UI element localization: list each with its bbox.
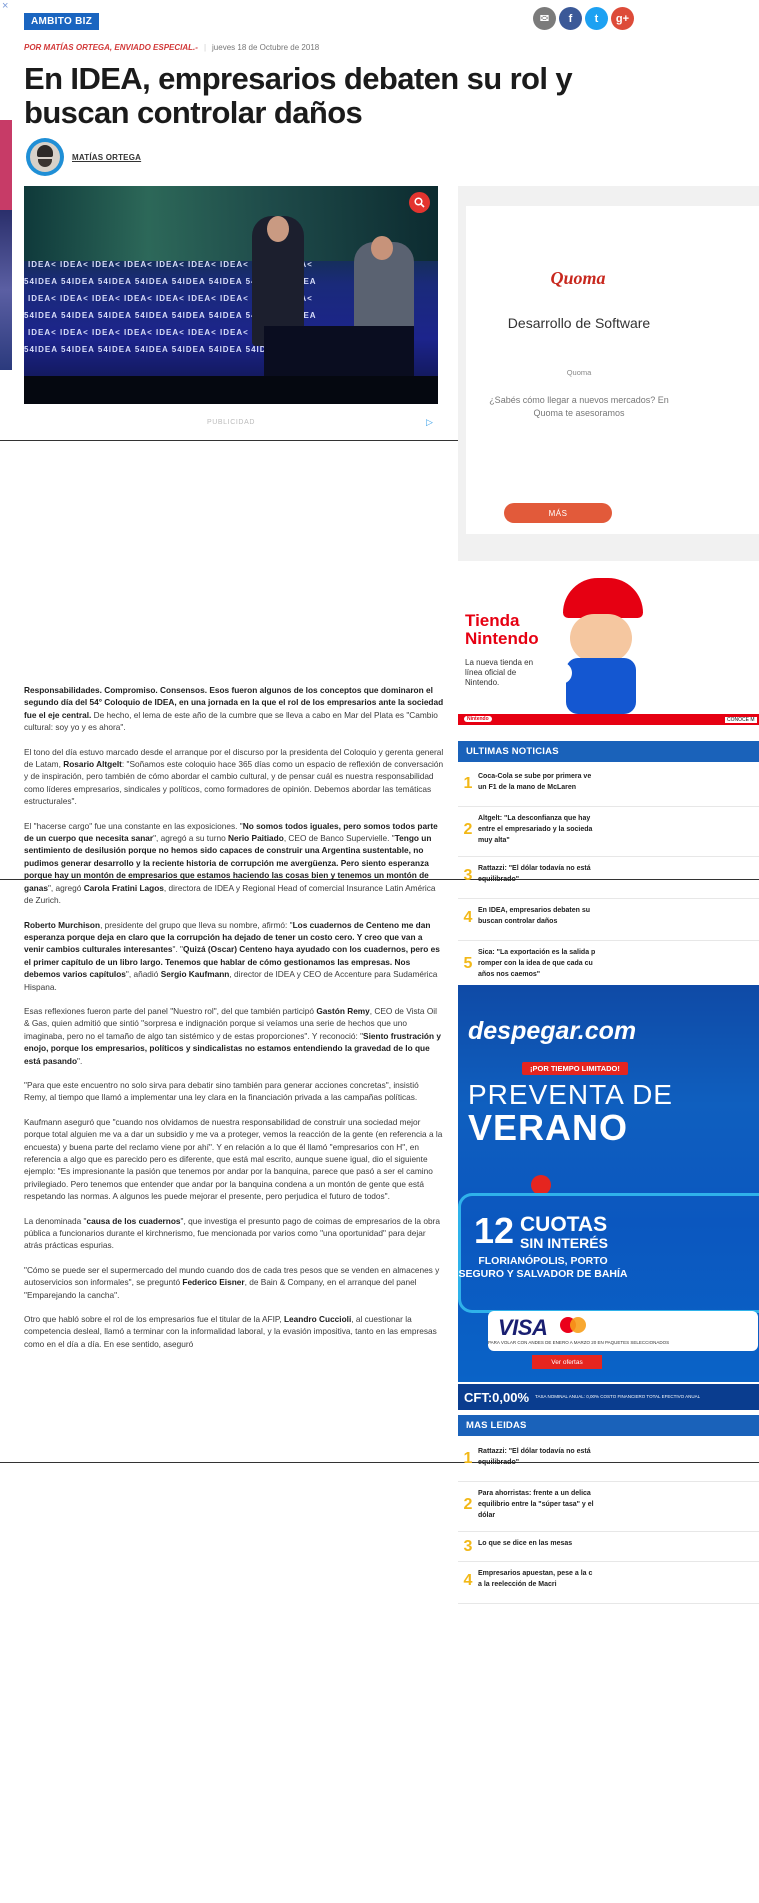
article-paragraph: "Cómo se puede ser el supermercado del m…	[24, 1264, 440, 1300]
hero-image[interactable]: IDEA< IDEA< IDEA< IDEA< IDEA< IDEA< IDEA…	[24, 186, 438, 404]
facebook-share-icon[interactable]: f	[559, 7, 582, 30]
cft-bar: CFT:0,00% TASA NOMINAL ANUAL: 0,00% COST…	[458, 1384, 759, 1410]
nintendo-more-link[interactable]: CONOCE M	[725, 717, 757, 723]
quoma-card[interactable]: Quoma Desarrollo de Software Quoma ¿Sabé…	[466, 206, 759, 534]
quoma-logo[interactable]: Quoma	[518, 268, 638, 289]
promo-badge: ¡POR TIEMPO LIMITADO!	[522, 1062, 628, 1075]
latest-news-list: 1 Coca-Cola se sube por primera ve un F1 d…	[458, 765, 759, 995]
author-avatar[interactable]	[26, 138, 64, 176]
ad-slot[interactable]	[24, 430, 438, 660]
news-item[interactable]: 3 Lo que se dice en las mesas	[458, 1532, 759, 1562]
mail-share-icon[interactable]: ✉	[533, 7, 556, 30]
share-bar: ✉ f t g+	[533, 7, 634, 30]
news-rank: 2	[463, 1496, 473, 1513]
gplus-share-icon[interactable]: g+	[611, 7, 634, 30]
promo-line-2: VERANO	[468, 1107, 629, 1148]
news-item[interactable]: 2 Altgelt: "La desconfianza que hay entre …	[458, 807, 759, 857]
author-row: MATÍAS ORTEGA	[26, 138, 141, 176]
article-title: En IDEA, empresarios debaten su rol y bu…	[24, 61, 573, 130]
ad-label: PUBLICIDAD	[206, 419, 255, 426]
news-headline[interactable]: Altgelt: "La desconfianza que hay entre e…	[478, 813, 759, 846]
article-paragraph: "Para que este encuentro no solo sirva p…	[24, 1079, 419, 1103]
news-headline[interactable]: Empresarios apuestan, pese a la ca la re…	[478, 1568, 759, 1590]
fine-print: PARA VOLAR CON ANDES DE ENERO A MARZO 20…	[488, 1340, 670, 1345]
news-headline[interactable]: Lo que se dice en las mesas	[478, 1538, 759, 1549]
article-paragraph: La denominada "causa de los cuadernos", …	[24, 1215, 440, 1251]
quoma-more-button[interactable]: MÁS	[504, 503, 612, 523]
news-headline[interactable]: Rattazzi: "El dólar todavía no está equil…	[478, 863, 759, 885]
article-body: Responsabilidades. Compromiso. Consensos…	[24, 684, 444, 1362]
see-offers-button[interactable]: Ver ofertas	[532, 1355, 602, 1369]
news-item[interactable]: 1 Coca-Cola se sube por primera ve un F1 d…	[458, 765, 759, 807]
quoma-ad[interactable]: Quoma Desarrollo de Software Quoma ¿Sabé…	[458, 186, 759, 561]
visa-logo: VISA	[498, 1315, 548, 1340]
zoom-icon[interactable]	[409, 192, 430, 213]
mario-image	[563, 578, 643, 618]
news-item[interactable]: 4 Empresarios apuestan, pese a la ca la r…	[458, 1562, 759, 1604]
news-rank: 1	[463, 1450, 473, 1467]
byline-date: jueves 18 de Octubre de 2018	[212, 43, 320, 52]
news-item[interactable]: 2 Para ahorristas: frente a un delica equi…	[458, 1482, 759, 1532]
news-rank: 5	[463, 955, 473, 972]
installments-label: CUOTAS	[520, 1213, 608, 1236]
side-ad-banner-bottom[interactable]	[0, 210, 12, 370]
twitter-share-icon[interactable]: t	[585, 7, 608, 30]
news-item[interactable]: 3 Rattazzi: "El dólar todavía no está equi…	[458, 857, 759, 899]
quoma-brand: Quoma	[566, 368, 592, 377]
news-headline[interactable]: Coca-Cola se sube por primera ve un F1 de…	[478, 771, 759, 793]
news-rank: 4	[463, 1572, 473, 1589]
despegar-ad[interactable]: despegar.com ¡POR TIEMPO LIMITADO! PREVE…	[458, 985, 759, 1382]
news-rank: 3	[463, 1538, 473, 1555]
nintendo-logo: Nintendo	[464, 716, 492, 722]
promo-line-1: PREVENTA DE	[468, 1079, 673, 1110]
news-rank: 2	[463, 821, 473, 838]
quoma-description: ¿Sabés cómo llegar a nuevos mercados? En…	[489, 395, 669, 418]
side-ad-banner-top[interactable]	[0, 120, 12, 210]
cft-fine-print: TASA NOMINAL ANUAL: 0,00% COSTO FINANCIE…	[535, 1394, 701, 1399]
news-rank: 1	[463, 775, 473, 792]
article-paragraph: Esas reflexiones fueron parte del panel …	[24, 1005, 441, 1066]
news-rank: 4	[463, 909, 473, 926]
news-headline[interactable]: Sica: "La exportación es la salida p romp…	[478, 947, 759, 980]
byline: POR MATÍAS ORTEGA, ENVIADO ESPECIAL.- | ju…	[24, 43, 320, 52]
article-paragraph: El tono del día estuvo marcado desde el …	[24, 746, 444, 807]
article-paragraph: Otro que habló sobre el rol de los empre…	[24, 1314, 437, 1349]
nintendo-subtitle: La nueva tienda en línea oficial de Nint…	[465, 658, 534, 687]
news-headline[interactable]: Rattazzi: "El dólar todavía no está equil…	[478, 1446, 759, 1468]
most-read-header: MAS LEIDAS	[458, 1415, 759, 1436]
article-paragraph: Kaufmann aseguró que "cuando nos olvidam…	[24, 1116, 443, 1202]
close-icon[interactable]: ×	[2, 0, 8, 12]
byline-author[interactable]: POR MATÍAS ORTEGA, ENVIADO ESPECIAL.-	[24, 43, 198, 52]
destinations: FLORIANÓPOLIS, PORTO SEGURO Y SALVADOR D…	[458, 1255, 628, 1280]
latest-news-header: ULTIMAS NOTICIAS	[458, 741, 759, 762]
news-headline[interactable]: En IDEA, empresarios debaten su buscan co…	[478, 905, 759, 927]
quoma-headline[interactable]: Desarrollo de Software	[484, 314, 674, 333]
most-read-list: 1 Rattazzi: "El dólar todavía no está equi…	[458, 1440, 759, 1604]
gift-icon	[531, 1175, 551, 1195]
news-headline[interactable]: Para ahorristas: frente a un delica equil…	[478, 1488, 759, 1521]
news-item[interactable]: 4 En IDEA, empresarios debaten su buscan c…	[458, 899, 759, 941]
installments-number: 12	[474, 1210, 515, 1251]
nintendo-ad[interactable]: Tienda Nintendo La nueva tienda en línea…	[458, 578, 759, 736]
despegar-logo[interactable]: despegar.com	[468, 1017, 636, 1046]
news-item[interactable]: 1 Rattazzi: "El dólar todavía no está equi…	[458, 1440, 759, 1482]
cft-value: CFT:0,00%	[464, 1389, 530, 1405]
side-ad-sliver[interactable]: ×	[0, 0, 14, 380]
article-paragraph: Responsabilidades. Compromiso. Consensos…	[24, 685, 444, 733]
section-tag[interactable]: AMBITO BIZ	[24, 13, 100, 30]
article-paragraph: El "hacerse cargo" fue una constante en …	[24, 820, 438, 906]
article-paragraph: Roberto Murchison, presidente del grupo …	[24, 919, 440, 992]
adchoices-icon[interactable]: ▷	[426, 417, 433, 428]
interest-free-label: SIN INTERÉS	[520, 1235, 608, 1251]
author-name-link[interactable]: MATÍAS ORTEGA	[72, 153, 141, 162]
news-rank: 3	[463, 867, 473, 884]
nintendo-title[interactable]: Tienda Nintendo	[465, 612, 555, 648]
